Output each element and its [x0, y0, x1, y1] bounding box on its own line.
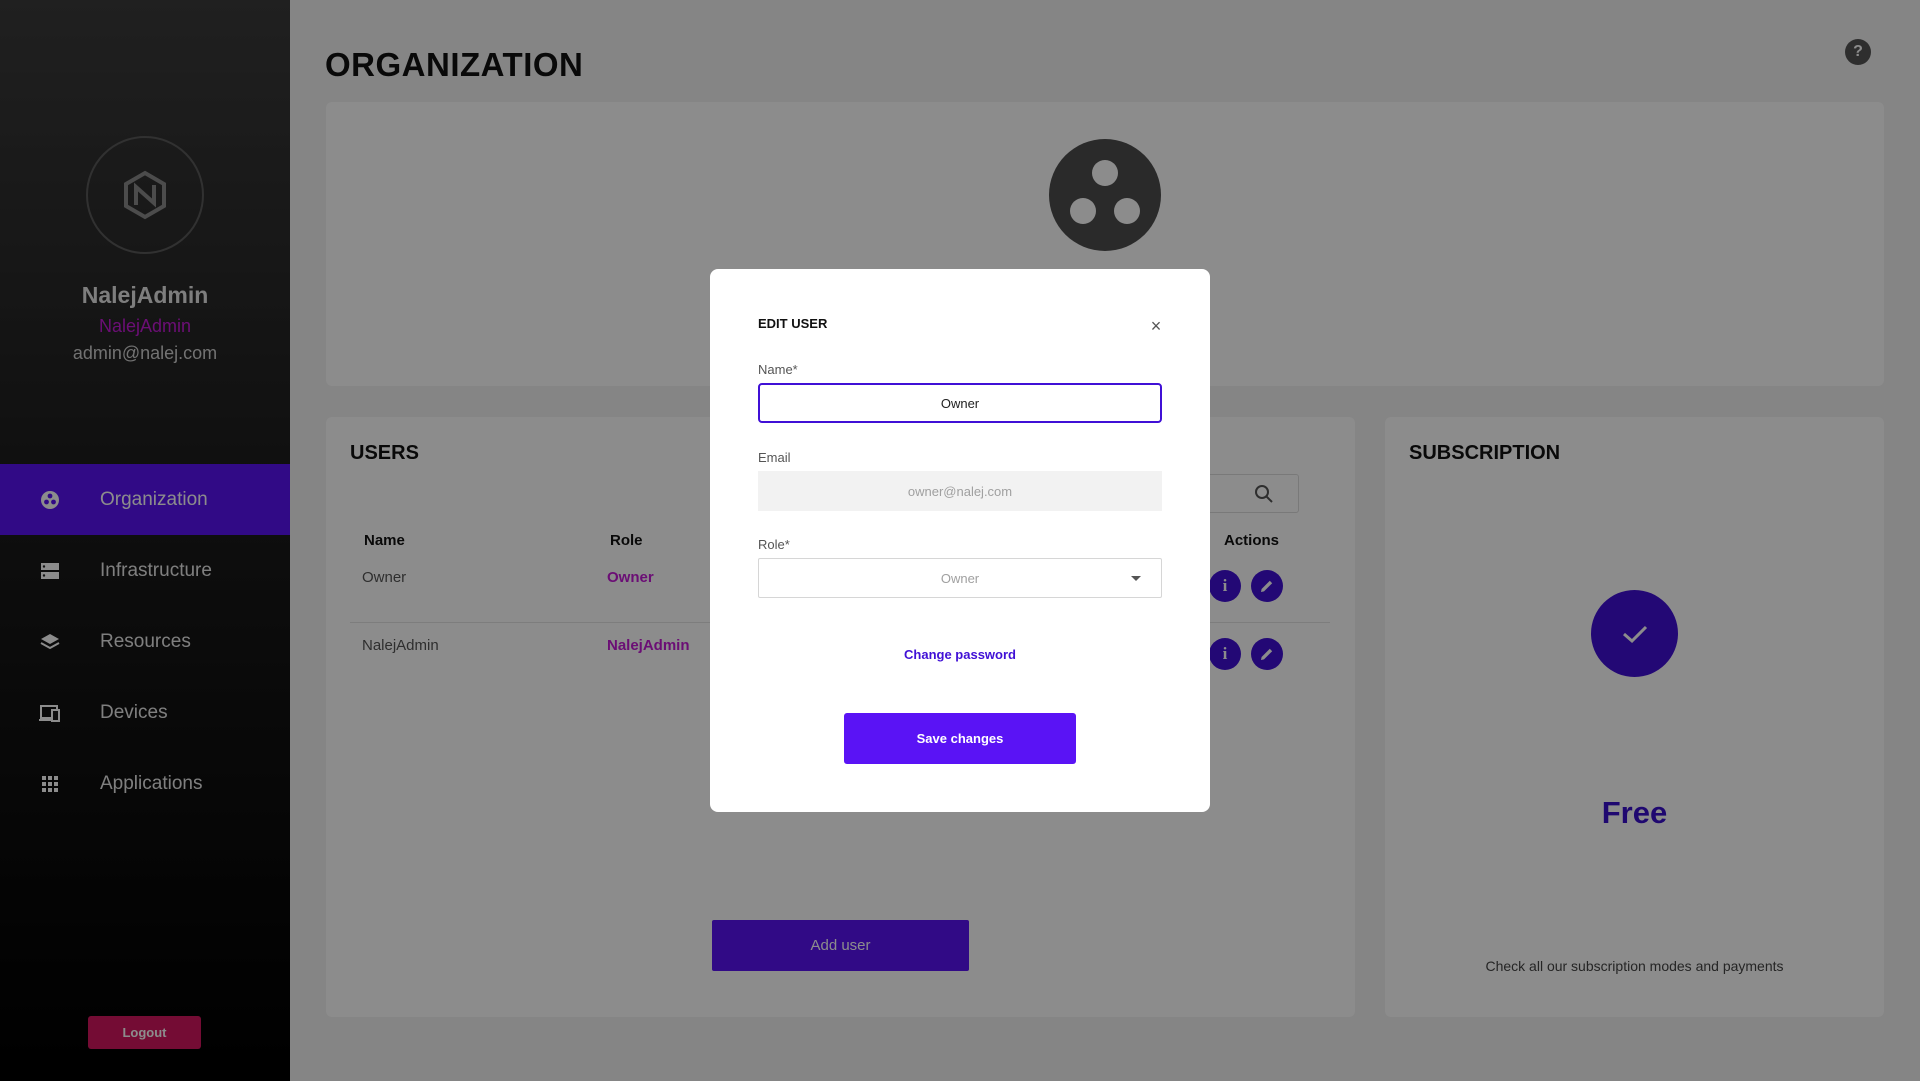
change-password-link[interactable]: Change password	[710, 647, 1210, 662]
email-label: Email	[758, 450, 791, 465]
name-field[interactable]: Owner	[758, 383, 1162, 423]
name-label: Name*	[758, 362, 798, 377]
save-changes-button[interactable]: Save changes	[844, 713, 1076, 764]
dialog-title: EDIT USER	[758, 316, 828, 331]
chevron-down-icon	[1131, 576, 1141, 581]
edit-user-dialog: EDIT USER × Name* Owner Email owner@nale…	[710, 269, 1210, 812]
email-field[interactable]: owner@nalej.com	[758, 471, 1162, 511]
close-icon[interactable]: ×	[1146, 316, 1166, 336]
role-select-value: Owner	[940, 570, 980, 586]
role-label: Role*	[758, 537, 790, 552]
role-select[interactable]: Owner	[758, 558, 1162, 598]
